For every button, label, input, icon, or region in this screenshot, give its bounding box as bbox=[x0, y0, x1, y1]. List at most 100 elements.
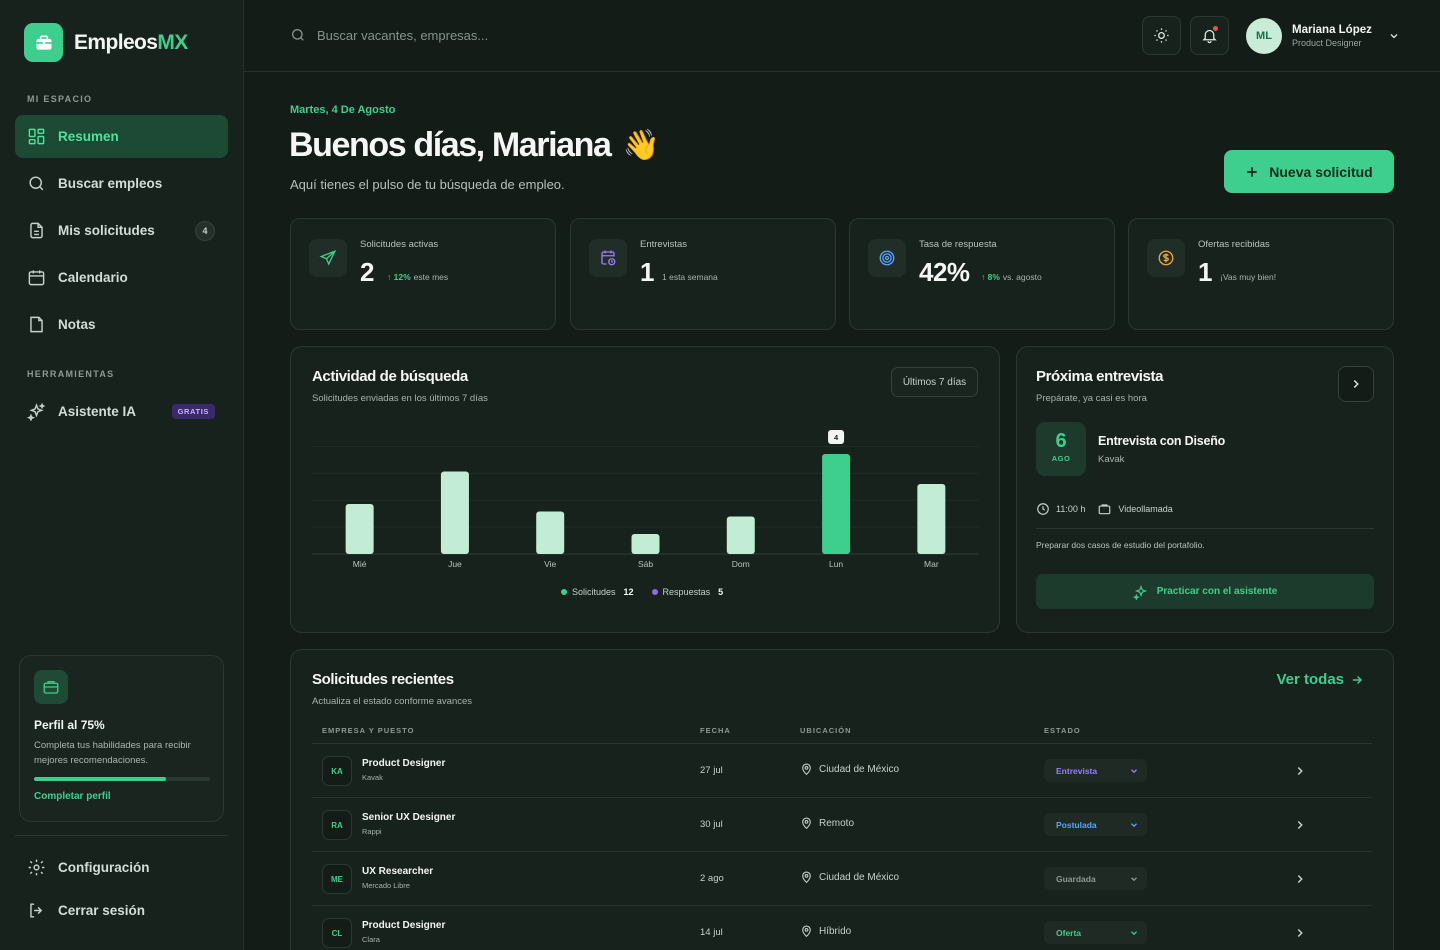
avatar: ML bbox=[1246, 18, 1282, 54]
status-select[interactable]: Guardada bbox=[1044, 867, 1147, 890]
sidebar-item-configuracion[interactable]: Configuración bbox=[15, 846, 228, 889]
activity-panel: Actividad de búsqueda Solicitudes enviad… bbox=[290, 346, 1000, 633]
job-title: Product Designer bbox=[362, 758, 446, 769]
x-tick-label: Sáb bbox=[638, 559, 653, 569]
job-title: Product Designer bbox=[362, 920, 446, 931]
sun-icon bbox=[1154, 28, 1169, 43]
job-company: Mercado Libre bbox=[362, 881, 410, 890]
sidebar-item-notas[interactable]: Notas bbox=[15, 303, 228, 346]
table-row[interactable]: ME UX Researcher Mercado Libre 2 ago Ciu… bbox=[312, 852, 1372, 906]
brand-logo[interactable]: EmpleosMX bbox=[24, 23, 188, 62]
interview-name: Entrevista con Diseño bbox=[1098, 434, 1226, 448]
stat-card-interviews[interactable]: Entrevistas 1 1 esta semana bbox=[570, 218, 836, 330]
sidebar-item-logout[interactable]: Cerrar sesión bbox=[15, 889, 228, 932]
calendar-icon bbox=[28, 270, 45, 286]
chart-bar[interactable] bbox=[631, 534, 660, 554]
sidebar-item-buscar[interactable]: Buscar empleos bbox=[15, 162, 228, 205]
sidebar-item-label: Calendario bbox=[58, 270, 128, 285]
chart-bar[interactable] bbox=[917, 484, 946, 554]
legend-dot bbox=[561, 589, 567, 595]
sidebar-item-asistente[interactable]: Asistente IA GRATIS bbox=[15, 390, 228, 433]
location-pin-icon bbox=[802, 925, 811, 938]
wave-icon: 👋 bbox=[622, 129, 660, 162]
sparkles-icon bbox=[27, 402, 46, 421]
chart-bar[interactable] bbox=[440, 471, 469, 555]
chart-bar[interactable] bbox=[345, 504, 374, 554]
stat-card-response-rate[interactable]: Tasa de respuesta 42% ↑ 8% vs. agosto bbox=[849, 218, 1115, 330]
status-select[interactable]: Postulada bbox=[1044, 813, 1147, 836]
company-logo: ME bbox=[322, 864, 352, 894]
status-select[interactable]: Entrevista bbox=[1044, 759, 1147, 782]
search-placeholder: Buscar vacantes, empresas... bbox=[317, 27, 489, 43]
briefcase-icon bbox=[24, 23, 63, 62]
gratis-badge: GRATIS bbox=[171, 404, 215, 419]
notifications-button[interactable] bbox=[1190, 16, 1229, 55]
x-tick-label: Mar bbox=[924, 559, 939, 569]
document-icon bbox=[30, 222, 43, 239]
chevron-down-icon bbox=[1390, 34, 1398, 39]
complete-profile-link[interactable]: Completar perfil bbox=[34, 791, 209, 802]
gear-icon bbox=[28, 859, 45, 876]
table-row[interactable]: RA Senior UX Designer Rappi 30 jul Remot… bbox=[312, 798, 1372, 852]
interview-meta: 11:00 h Videollamada bbox=[1036, 502, 1173, 516]
new-application-button[interactable]: Nueva solicitud bbox=[1224, 150, 1394, 193]
job-company: Clara bbox=[362, 935, 380, 944]
profile-progress-bar bbox=[34, 777, 210, 781]
chevron-down-icon bbox=[1131, 823, 1137, 828]
user-menu[interactable]: ML Mariana López Product Designer bbox=[1246, 18, 1400, 54]
column-header: EMPRESA Y PUESTO bbox=[322, 726, 415, 735]
legend-item-solicitudes: Solicitudes 12 bbox=[561, 587, 634, 597]
x-tick-label: Mié bbox=[353, 559, 367, 569]
see-all-link[interactable]: Ver todas bbox=[1276, 671, 1364, 688]
chevron-right-icon[interactable] bbox=[1293, 764, 1307, 778]
stat-note: ¡Vas muy bien! bbox=[1220, 272, 1277, 282]
logout-icon bbox=[30, 903, 43, 918]
theme-toggle-button[interactable] bbox=[1142, 16, 1181, 55]
search-icon bbox=[292, 29, 304, 41]
sidebar-item-resumen[interactable]: Resumen bbox=[15, 115, 228, 158]
location-pin-icon bbox=[802, 871, 811, 884]
search-input[interactable]: Buscar vacantes, empresas... bbox=[290, 27, 488, 43]
topbar: Buscar vacantes, empresas... ML Mariana … bbox=[244, 0, 1440, 72]
practice-with-assistant-button[interactable]: Practicar con el asistente bbox=[1036, 574, 1374, 609]
current-date: Martes, 4 De Agosto bbox=[290, 104, 396, 116]
column-header: UBICACIÓN bbox=[800, 726, 852, 735]
chart-bar[interactable] bbox=[822, 454, 851, 554]
clock-icon bbox=[1037, 503, 1049, 515]
user-role: Product Designer bbox=[1292, 38, 1362, 48]
briefcase-icon bbox=[34, 670, 68, 704]
application-date: 14 jul bbox=[700, 927, 723, 938]
status-select[interactable]: Oferta bbox=[1044, 921, 1147, 944]
sidebar-item-calendario[interactable]: Calendario bbox=[15, 256, 228, 299]
sidebar-item-label: Asistente IA bbox=[58, 404, 137, 419]
table-row[interactable]: KA Product Designer Kavak 27 jul Ciudad … bbox=[312, 744, 1372, 798]
notification-dot bbox=[1213, 26, 1218, 31]
job-location: Híbrido bbox=[800, 925, 851, 938]
panel-subtitle: Actualiza el estado conforme avances bbox=[312, 696, 473, 707]
chevron-down-icon bbox=[1131, 769, 1137, 774]
stat-note: 1 esta semana bbox=[662, 272, 718, 282]
stat-label: Entrevistas bbox=[640, 239, 687, 250]
chevron-right-icon bbox=[1353, 379, 1359, 389]
stat-value: 1 bbox=[640, 257, 654, 287]
application-date: 30 jul bbox=[700, 819, 723, 830]
sidebar-item-label: Cerrar sesión bbox=[58, 903, 146, 918]
company-logo: CL bbox=[322, 918, 352, 948]
job-title: UX Researcher bbox=[362, 866, 434, 877]
stat-label: Solicitudes activas bbox=[360, 239, 439, 250]
company-logo: RA bbox=[322, 810, 352, 840]
chevron-right-icon[interactable] bbox=[1293, 926, 1307, 940]
chart-bar[interactable] bbox=[536, 511, 565, 555]
job-company: Kavak bbox=[362, 773, 383, 782]
job-title: Senior UX Designer bbox=[362, 812, 456, 823]
sidebar-item-label: Notas bbox=[58, 317, 96, 332]
interview-details-button[interactable] bbox=[1338, 366, 1374, 402]
section-label-main: MI ESPACIO bbox=[27, 94, 93, 104]
chevron-right-icon[interactable] bbox=[1293, 872, 1307, 886]
chevron-right-icon[interactable] bbox=[1293, 818, 1307, 832]
sidebar-item-solicitudes[interactable]: Mis solicitudes 4 bbox=[15, 209, 228, 252]
table-row[interactable]: CL Product Designer Clara 14 jul Híbrido… bbox=[312, 906, 1372, 950]
stat-card-active[interactable]: Solicitudes activas 2 ↑ 12% este mes bbox=[290, 218, 556, 330]
stat-card-offers[interactable]: Ofertas recibidas 1 ¡Vas muy bien! bbox=[1128, 218, 1394, 330]
chart-bar[interactable] bbox=[726, 516, 755, 555]
